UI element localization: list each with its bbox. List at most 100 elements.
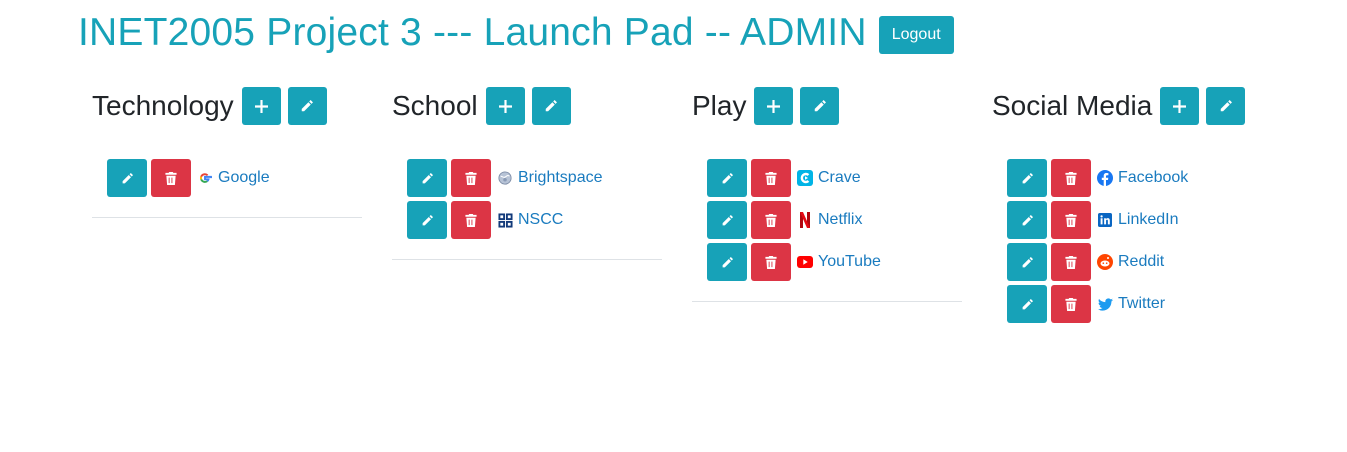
crave-icon bbox=[797, 170, 813, 186]
list-item: Facebook bbox=[1007, 159, 1262, 197]
link-text[interactable]: Google bbox=[218, 169, 270, 187]
google-icon bbox=[197, 170, 213, 186]
edit-link-button[interactable] bbox=[707, 159, 747, 197]
page-header: INET2005 Project 3 --- Launch Pad -- ADM… bbox=[78, 10, 954, 56]
list-item: YouTube bbox=[707, 243, 962, 281]
linkedin-icon bbox=[1097, 212, 1113, 228]
trash-icon bbox=[465, 171, 477, 185]
link-text[interactable]: LinkedIn bbox=[1118, 211, 1179, 229]
edit-link-button[interactable] bbox=[407, 201, 447, 239]
plus-icon bbox=[767, 99, 781, 113]
list-item: Google bbox=[107, 159, 362, 197]
add-link-button[interactable] bbox=[754, 87, 794, 125]
list-item: NSCC bbox=[407, 201, 662, 239]
link-list: Google bbox=[92, 159, 362, 197]
link-text[interactable]: Reddit bbox=[1118, 253, 1164, 271]
link-text[interactable]: YouTube bbox=[818, 253, 881, 271]
pencil-icon bbox=[814, 100, 826, 112]
link-text[interactable]: Twitter bbox=[1118, 295, 1165, 313]
trash-icon bbox=[765, 255, 777, 269]
category-title: School bbox=[392, 90, 478, 121]
add-link-button[interactable] bbox=[241, 87, 281, 125]
brightspace-icon bbox=[497, 170, 513, 186]
link-text[interactable]: NSCC bbox=[518, 211, 563, 229]
delete-link-button[interactable] bbox=[1051, 159, 1091, 197]
category-title: Play bbox=[692, 90, 747, 121]
plus-icon bbox=[254, 99, 268, 113]
reddit-icon bbox=[1097, 254, 1113, 270]
divider bbox=[692, 301, 962, 302]
edit-link-button[interactable] bbox=[707, 243, 747, 281]
pencil-icon bbox=[1022, 172, 1033, 183]
trash-icon bbox=[165, 171, 177, 185]
link-text[interactable]: Netflix bbox=[818, 211, 862, 229]
list-item: LinkedIn bbox=[1007, 201, 1262, 239]
edit-category-button[interactable] bbox=[531, 87, 571, 125]
pencil-icon bbox=[122, 172, 133, 183]
pencil-icon bbox=[545, 100, 558, 112]
delete-link-button[interactable] bbox=[751, 243, 791, 281]
link-text[interactable]: Brightspace bbox=[518, 169, 603, 187]
pencil-icon bbox=[1022, 298, 1033, 309]
youtube-icon bbox=[797, 254, 813, 270]
edit-category-button[interactable] bbox=[287, 87, 327, 125]
add-link-button[interactable] bbox=[1160, 87, 1200, 125]
trash-icon bbox=[1065, 171, 1077, 185]
pencil-icon bbox=[1220, 100, 1232, 112]
trash-icon bbox=[1065, 255, 1077, 269]
link-list: Brightspace NSCC bbox=[392, 159, 662, 239]
category-technology: Technology Google bbox=[92, 86, 362, 201]
delete-link-button[interactable] bbox=[751, 159, 791, 197]
trash-icon bbox=[765, 213, 777, 227]
edit-link-button[interactable] bbox=[1007, 159, 1047, 197]
delete-link-button[interactable] bbox=[1051, 201, 1091, 239]
edit-link-button[interactable] bbox=[407, 159, 447, 197]
pencil-icon bbox=[722, 214, 733, 225]
link-list: Facebook LinkedIn Reddit Twitter bbox=[992, 159, 1262, 323]
delete-link-button[interactable] bbox=[151, 159, 191, 197]
netflix-icon bbox=[797, 212, 813, 228]
list-item: Brightspace bbox=[407, 159, 662, 197]
edit-link-button[interactable] bbox=[1007, 243, 1047, 281]
pencil-icon bbox=[422, 214, 433, 225]
category-play: Play Crave Netflix YouTube bbox=[692, 86, 962, 285]
logout-button[interactable]: Logout bbox=[878, 16, 954, 54]
delete-link-button[interactable] bbox=[1051, 243, 1091, 281]
link-list: Crave Netflix YouTube bbox=[692, 159, 962, 281]
delete-link-button[interactable] bbox=[1051, 285, 1091, 323]
add-link-button[interactable] bbox=[485, 87, 525, 125]
pencil-icon bbox=[1022, 256, 1033, 267]
category-title: Technology bbox=[92, 90, 234, 121]
pencil-icon bbox=[422, 172, 433, 183]
edit-link-button[interactable] bbox=[707, 201, 747, 239]
facebook-icon bbox=[1097, 170, 1113, 186]
edit-link-button[interactable] bbox=[107, 159, 147, 197]
list-item: Netflix bbox=[707, 201, 962, 239]
divider bbox=[392, 259, 662, 260]
edit-link-button[interactable] bbox=[1007, 201, 1047, 239]
trash-icon bbox=[465, 213, 477, 227]
trash-icon bbox=[1065, 297, 1077, 311]
category-social-media: Social Media Facebook LinkedIn Reddit Tw… bbox=[992, 86, 1262, 327]
trash-icon bbox=[765, 171, 777, 185]
list-item: Crave bbox=[707, 159, 962, 197]
trash-icon bbox=[1065, 213, 1077, 227]
divider bbox=[92, 217, 362, 218]
delete-link-button[interactable] bbox=[751, 201, 791, 239]
pencil-icon bbox=[301, 100, 314, 112]
pencil-icon bbox=[722, 256, 733, 267]
nscc-icon bbox=[497, 212, 513, 228]
edit-category-button[interactable] bbox=[1206, 87, 1246, 125]
plus-icon bbox=[1173, 99, 1187, 113]
edit-link-button[interactable] bbox=[1007, 285, 1047, 323]
link-text[interactable]: Facebook bbox=[1118, 169, 1188, 187]
category-title: Social Media bbox=[992, 90, 1153, 121]
link-text[interactable]: Crave bbox=[818, 169, 861, 187]
pencil-icon bbox=[722, 172, 733, 183]
delete-link-button[interactable] bbox=[451, 201, 491, 239]
category-school: School Brightspace NSCC bbox=[392, 86, 662, 243]
pencil-icon bbox=[1022, 214, 1033, 225]
delete-link-button[interactable] bbox=[451, 159, 491, 197]
page-title: INET2005 Project 3 --- Launch Pad -- ADM… bbox=[78, 11, 867, 54]
edit-category-button[interactable] bbox=[800, 87, 840, 125]
